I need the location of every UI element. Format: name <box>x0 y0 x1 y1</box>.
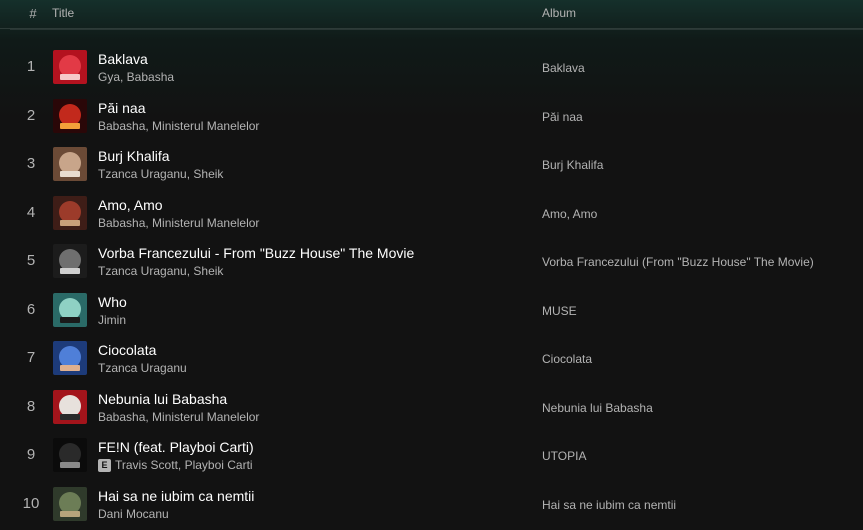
track-artists-text[interactable]: Dani Mocanu <box>98 507 169 521</box>
track-row[interactable]: 5 Vorba Francezului - From "Buzz House" … <box>0 237 863 286</box>
track-artists: Tzanca Uraganu, Sheik <box>98 167 223 181</box>
track-title[interactable]: Amo, Amo <box>98 197 163 213</box>
track-artists: Tzanca Uraganu <box>98 361 187 375</box>
track-row[interactable]: 9 FE!N (feat. Playboi Carti) E Travis Sc… <box>0 431 863 480</box>
track-artists: Babasha, Ministerul Manelelor <box>98 410 259 424</box>
track-title[interactable]: Baklava <box>98 51 148 67</box>
album-art <box>53 195 87 230</box>
track-album[interactable]: Nebunia lui Babasha <box>542 401 653 415</box>
album-art <box>53 50 87 84</box>
track-row[interactable]: 10 Hai sa ne iubim ca nemtii Dani Mocanu… <box>0 480 863 529</box>
track-artists: Tzanca Uraganu, Sheik <box>98 264 223 278</box>
track-artists: Dani Mocanu <box>98 507 169 521</box>
track-artists: Babasha, Ministerul Manelelor <box>98 216 259 230</box>
track-row[interactable]: 1 Baklava Gya, Babasha Baklava <box>0 43 863 92</box>
track-number: 2 <box>26 106 36 124</box>
track-artists: Babasha, Ministerul Manelelor <box>98 119 259 133</box>
track-row[interactable]: 6 Who Jimin MUSE <box>0 286 863 335</box>
track-album[interactable]: Amo, Amo <box>542 207 597 221</box>
track-artists-text[interactable]: Travis Scott, Playboi Carti <box>115 458 253 472</box>
track-artists-text[interactable]: Jimin <box>98 313 126 327</box>
column-header-number: # <box>29 6 37 21</box>
track-title[interactable]: Nebunia lui Babasha <box>98 391 227 407</box>
header-divider <box>10 29 863 30</box>
track-album[interactable]: Hai sa ne iubim ca nemtii <box>542 498 676 512</box>
track-number: 3 <box>26 155 36 172</box>
track-row[interactable]: 3 Burj Khalifa Tzanca Uraganu, Sheik Bur… <box>0 140 863 189</box>
track-title[interactable]: FE!N (feat. Playboi Carti) <box>98 439 254 455</box>
track-artists-text[interactable]: Babasha, Ministerul Manelelor <box>98 410 259 424</box>
album-art <box>53 147 87 181</box>
track-artists: Gya, Babasha <box>98 70 174 84</box>
explicit-badge-icon: E <box>98 458 111 472</box>
track-title[interactable]: Who <box>98 294 127 310</box>
track-row[interactable]: 7 Ciocolata Tzanca Uraganu Ciocolata <box>0 334 863 383</box>
track-title[interactable]: Burj Khalifa <box>98 148 170 164</box>
album-art <box>53 389 87 424</box>
track-number: 9 <box>26 446 36 463</box>
track-album[interactable]: Burj Khalifa <box>542 158 603 172</box>
track-number: 6 <box>26 300 36 318</box>
track-album[interactable]: Ciocolata <box>542 352 592 366</box>
track-album[interactable]: Păi naa <box>542 110 583 124</box>
track-album[interactable]: Baklava <box>542 61 585 75</box>
track-title[interactable]: Vorba Francezului - From "Buzz House" Th… <box>98 245 414 261</box>
track-album[interactable]: UTOPIA <box>542 449 586 463</box>
track-artists-text[interactable]: Babasha, Ministerul Manelelor <box>98 119 259 133</box>
album-art <box>53 438 87 472</box>
track-album[interactable]: Vorba Francezului (From "Buzz House" The… <box>542 255 814 269</box>
track-number: 5 <box>26 252 36 269</box>
column-header-title[interactable]: Title <box>52 6 74 20</box>
tracklist: 1 Baklava Gya, Babasha Baklava 2 Păi naa… <box>0 43 863 528</box>
column-header-album[interactable]: Album <box>542 6 576 20</box>
track-album[interactable]: MUSE <box>542 304 577 318</box>
track-row[interactable]: 8 Nebunia lui Babasha Babasha, Ministeru… <box>0 383 863 432</box>
track-title[interactable]: Ciocolata <box>98 342 156 358</box>
track-number: 7 <box>26 349 36 366</box>
track-number: 1 <box>26 58 36 75</box>
track-artists-text[interactable]: Babasha, Ministerul Manelelor <box>98 216 259 230</box>
album-art <box>53 486 87 521</box>
album-art <box>53 244 87 278</box>
track-row[interactable]: 2 Păi naa Babasha, Ministerul Manelelor … <box>0 92 863 141</box>
album-art <box>53 341 87 375</box>
track-row[interactable]: 4 Amo, Amo Babasha, Ministerul Manelelor… <box>0 189 863 238</box>
track-title[interactable]: Păi naa <box>98 100 145 116</box>
track-artists-text[interactable]: Tzanca Uraganu, Sheik <box>98 264 223 278</box>
track-artists-text[interactable]: Tzanca Uraganu, Sheik <box>98 167 223 181</box>
track-artists-text[interactable]: Tzanca Uraganu <box>98 361 187 375</box>
album-art <box>53 292 87 327</box>
album-art <box>53 98 87 133</box>
track-title[interactable]: Hai sa ne iubim ca nemtii <box>98 488 254 504</box>
track-artists: Jimin <box>98 313 126 327</box>
track-artists: E Travis Scott, Playboi Carti <box>98 458 253 472</box>
tracklist-header: # Title Album <box>0 0 863 29</box>
track-artists-text[interactable]: Gya, Babasha <box>98 70 174 84</box>
track-number: 4 <box>26 203 36 221</box>
track-number: 8 <box>26 397 36 415</box>
track-number: 10 <box>22 494 40 512</box>
